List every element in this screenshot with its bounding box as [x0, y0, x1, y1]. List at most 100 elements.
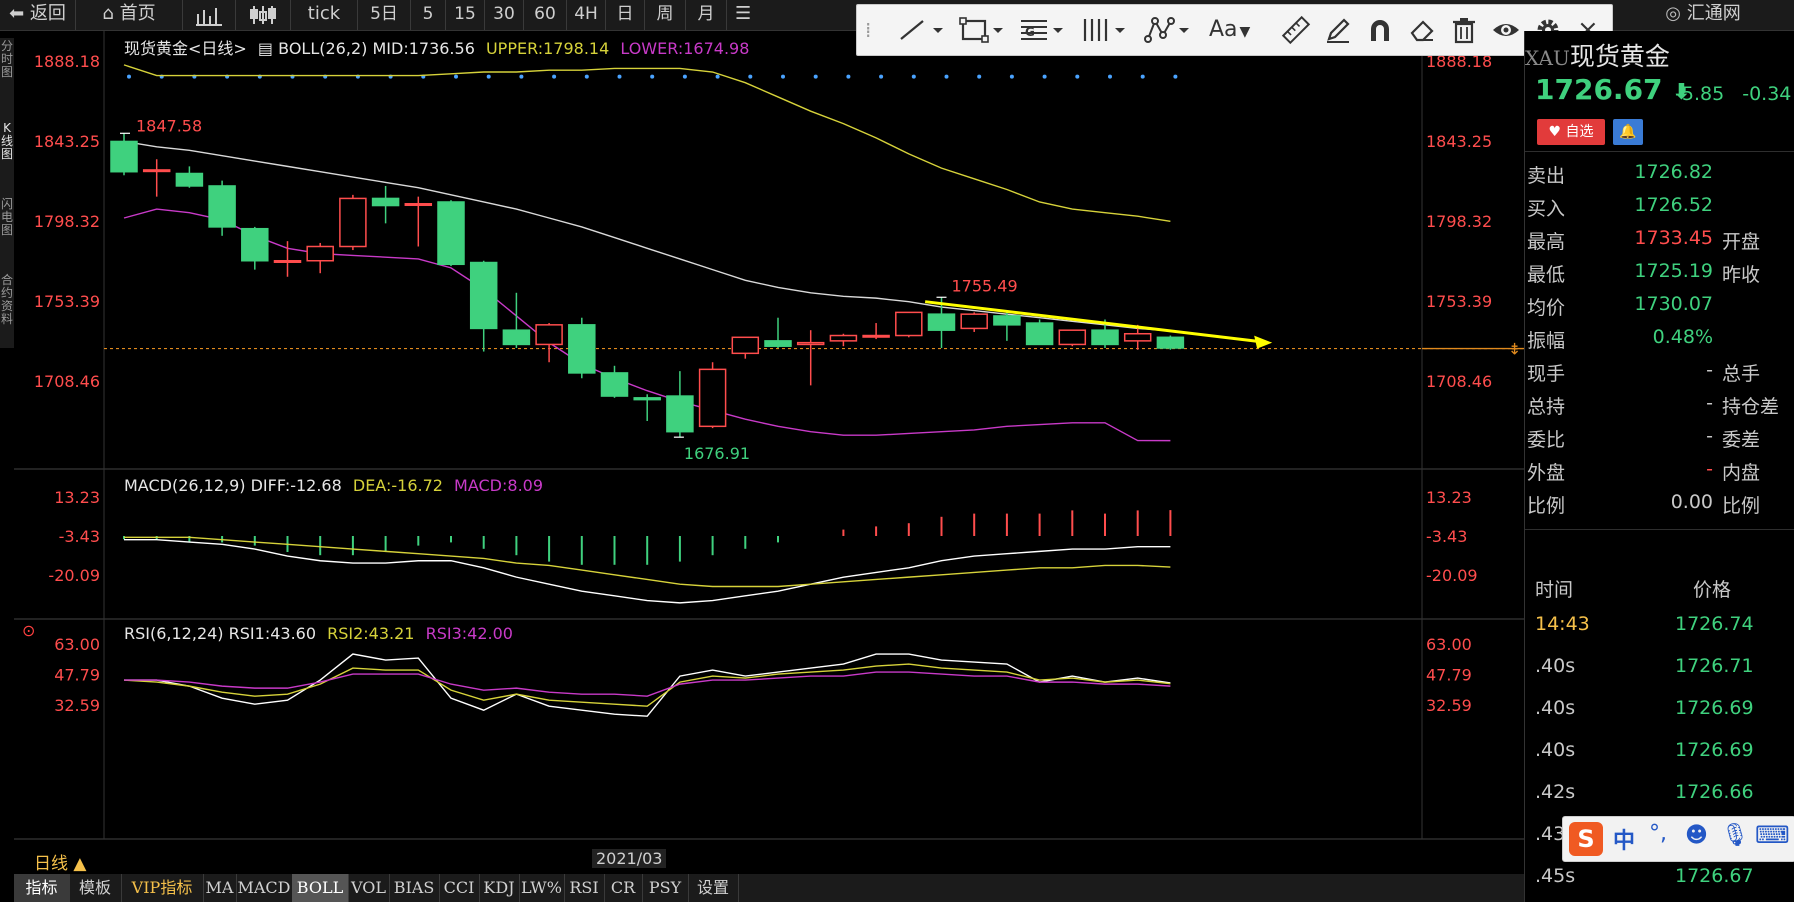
candle-body	[698, 368, 727, 428]
tick-price: 1726.69	[1675, 739, 1754, 761]
chart-bar-icon[interactable]	[183, 0, 236, 30]
eraser-tool-icon[interactable]	[1407, 15, 1437, 45]
line-tool-glyph	[900, 20, 943, 40]
date-axis-label: 2021/03	[592, 849, 667, 868]
tab-kline[interactable]: K线图	[0, 122, 14, 161]
boll-dot	[748, 74, 753, 79]
y-tick-label-right: 1843.25	[1426, 132, 1492, 151]
candle-body	[666, 395, 694, 433]
boll-dot	[682, 74, 687, 79]
home-button[interactable]: ⌂ 首页	[76, 0, 183, 30]
magnet-tool-icon[interactable]	[1365, 15, 1395, 45]
indicator-tab[interactable]: RSI	[564, 874, 605, 902]
period-4h[interactable]: 4H	[567, 0, 606, 30]
indicator-tab[interactable]: 设置	[688, 874, 739, 902]
tab-timeshare[interactable]: 分时图	[0, 40, 14, 79]
period-5d[interactable]: 5日	[358, 0, 411, 30]
eye-icon[interactable]	[1491, 15, 1521, 45]
candle-body	[993, 315, 1021, 326]
macd-value: MACD:8.09	[454, 476, 544, 495]
quote-row-right-label: 比例	[1722, 495, 1761, 517]
boll-dot	[486, 74, 491, 79]
indicator-tab[interactable]: VIP指标	[121, 874, 204, 902]
indicator-tab[interactable]: LW%	[519, 874, 565, 902]
keyboard-icon[interactable]: ⌨	[1755, 821, 1790, 849]
period-30[interactable]: 30	[485, 0, 524, 30]
ime-lang[interactable]: 中	[1613, 823, 1635, 855]
quote-row-value: 1726.82	[1634, 161, 1713, 183]
boll-dot	[650, 74, 655, 79]
period-week[interactable]: 周	[645, 0, 686, 30]
quote-row-right-label: 委差	[1722, 429, 1761, 451]
indicator-tab[interactable]: BOLL	[292, 874, 349, 902]
boll-dot	[813, 74, 818, 79]
indicator-tab[interactable]: KDJ	[479, 874, 520, 902]
rect-tool-icon[interactable]	[957, 15, 1007, 45]
pattern-tool-icon[interactable]	[1143, 15, 1193, 45]
emoji-icon[interactable]: ☻	[1685, 823, 1708, 848]
quote-row-label: 均价	[1527, 297, 1566, 319]
indicator-tab[interactable]: MA	[203, 874, 237, 902]
boll-dot	[715, 74, 720, 79]
macd-y-tick-right: -3.43	[1426, 527, 1467, 546]
ime-punct[interactable]: °,	[1649, 821, 1667, 846]
rsi1-line	[124, 653, 1171, 717]
chart-svg[interactable]: 1888.18 1888.181843.25 1843.251798.32 1798.…	[14, 31, 1524, 871]
rsi-y-tick-left: 63.00	[54, 635, 100, 654]
indicator-tab[interactable]: 模板	[69, 874, 122, 902]
tick-time: 14:43	[1535, 613, 1590, 635]
menu-icon[interactable]: ☰	[727, 0, 865, 30]
indicator-tab[interactable]: BIAS	[389, 874, 440, 902]
candle-icon[interactable]	[236, 0, 291, 30]
period-60[interactable]: 60	[524, 0, 567, 30]
quote-row-value: -	[1706, 392, 1713, 414]
tab-contract-info[interactable]: 合约资料	[0, 274, 14, 326]
indicator-tab[interactable]: MACD	[236, 874, 293, 902]
tab-flash[interactable]: 闪电图	[0, 198, 14, 237]
ruler-tool-icon[interactable]	[1281, 15, 1311, 45]
watchlist-button[interactable]: ♥ 自选	[1537, 119, 1605, 145]
macd-y-tick-left: 13.23	[54, 488, 100, 507]
period-15[interactable]: 15	[446, 0, 485, 30]
quote-row-value: 1733.45	[1634, 227, 1713, 249]
candle-body	[437, 201, 465, 266]
microphone-icon[interactable]: 🎙	[1721, 823, 1749, 848]
svg-text:G: G	[1025, 25, 1035, 39]
period-5[interactable]: 5	[411, 0, 446, 30]
rsi-settings-icon[interactable]: ⊙	[22, 621, 35, 640]
candle-body	[895, 311, 923, 337]
trash-icon[interactable]	[1449, 15, 1479, 45]
period-day[interactable]: 日	[606, 0, 645, 30]
pen-tool-icon[interactable]	[1323, 15, 1353, 45]
drag-handle-icon[interactable]: ⁞	[865, 15, 871, 45]
indicator-tab[interactable]: CR	[604, 874, 643, 902]
indicator-tab[interactable]: PSY	[642, 874, 689, 902]
quote-row-label: 委比	[1527, 429, 1566, 451]
tick-time: .45s	[1535, 865, 1576, 887]
quote-row-right-label: 内盘	[1722, 462, 1761, 484]
bell-icon[interactable]: 🔔	[1613, 119, 1643, 145]
period-indicator[interactable]: 日线 ▲	[34, 849, 86, 874]
current-price-marker-icon: ⇟	[1508, 340, 1521, 359]
ime-toolbar[interactable]: S 中 °, ☻ 🎙 ⌨	[1562, 816, 1794, 862]
text-tool-icon[interactable]: Aa ▼	[1209, 15, 1250, 45]
parallel-tool-icon[interactable]	[1079, 15, 1129, 45]
heart-icon: ♥	[1548, 124, 1562, 140]
tick-price: 1726.67	[1675, 865, 1754, 887]
chart-area[interactable]: 1888.18 1888.18 1843.25 1843.25 1798.32 1798.…	[14, 31, 1524, 874]
candle-body	[1058, 329, 1087, 346]
back-button[interactable]: ⬅ 返回	[0, 0, 76, 30]
fib-tool-icon[interactable]: G	[1017, 15, 1067, 45]
indicator-tab[interactable]: CCI	[439, 874, 480, 902]
boll-dot	[944, 74, 949, 79]
tick-button[interactable]: tick	[291, 0, 358, 30]
period-month[interactable]: 月	[686, 0, 727, 30]
indicator-tab[interactable]: 指标	[14, 874, 70, 902]
left-vertical-tabs: 分时图 K线图 闪电图 合约资料	[0, 38, 14, 348]
candle-body	[175, 172, 204, 187]
rsi-y-tick-right: 63.00	[1426, 635, 1472, 654]
y-tick-label-left: 1753.39	[34, 292, 100, 311]
boll-dot	[1173, 74, 1178, 79]
line-tool-icon[interactable]	[897, 15, 947, 45]
indicator-tab[interactable]: VOL	[348, 874, 390, 902]
